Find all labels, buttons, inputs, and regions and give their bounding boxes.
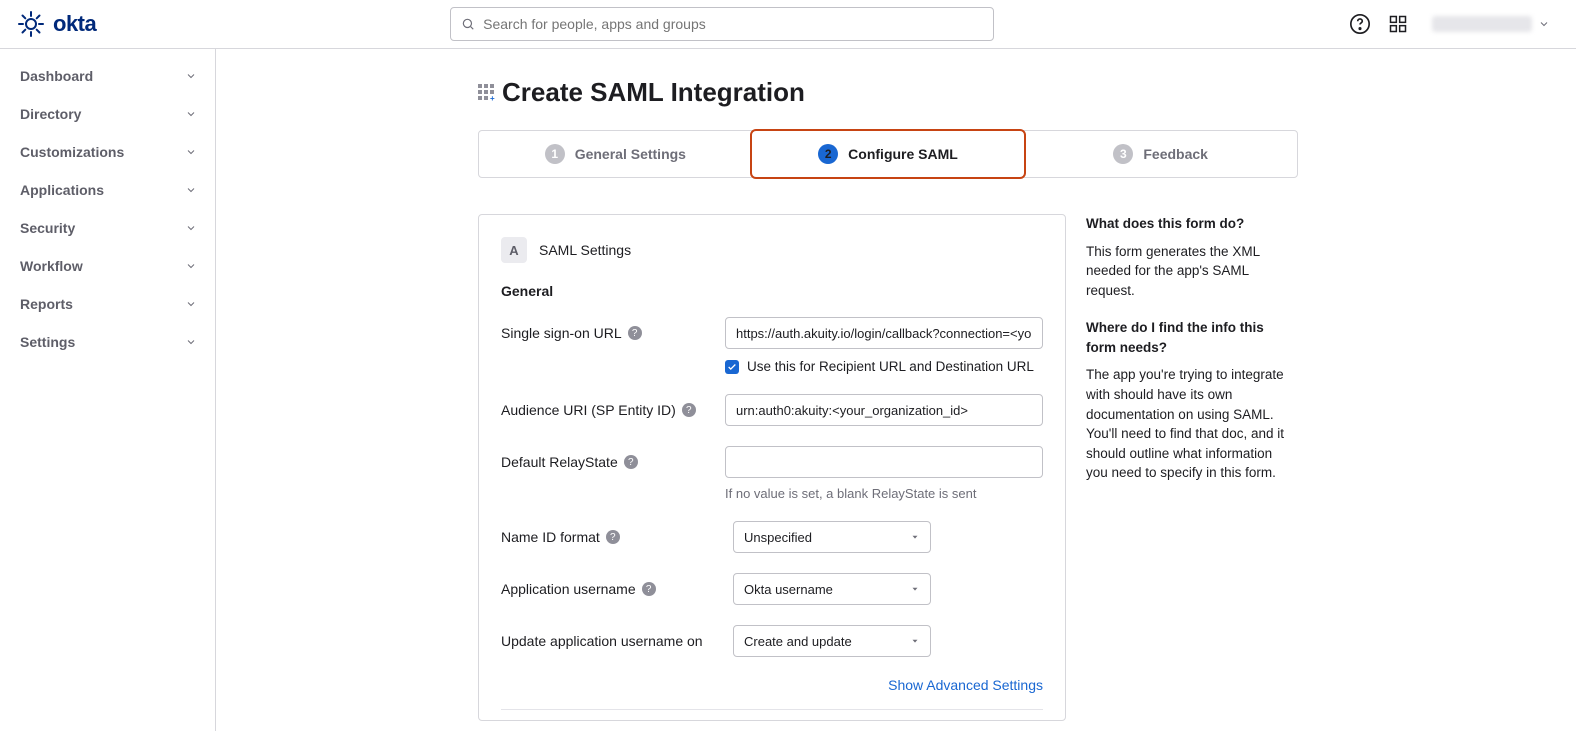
app-username-select[interactable]: Okta username: [733, 573, 931, 605]
app-username-label: Application username ?: [501, 573, 721, 597]
select-value: Unspecified: [744, 530, 812, 545]
label-text: Update application username on: [501, 633, 703, 649]
label-text: Single sign-on URL: [501, 325, 622, 341]
sidebar-item-applications[interactable]: Applications: [0, 171, 215, 209]
checkbox-label: Use this for Recipient URL and Destinati…: [747, 359, 1034, 374]
step-general-settings[interactable]: 1 General Settings: [479, 131, 752, 177]
wizard-steps: 1 General Settings 2 Configure SAML 3 Fe…: [478, 130, 1298, 178]
step-label: General Settings: [575, 146, 686, 162]
svg-text:+: +: [490, 94, 495, 102]
recipient-url-checkbox[interactable]: [725, 360, 739, 374]
select-value: Okta username: [744, 582, 833, 597]
update-username-select[interactable]: Create and update: [733, 625, 931, 657]
sidebar-item-label: Workflow: [20, 258, 83, 274]
sidebar-item-label: Applications: [20, 182, 104, 198]
update-username-label: Update application username on: [501, 625, 721, 649]
main-content: + Create SAML Integration 1 General Sett…: [216, 49, 1576, 731]
saml-settings-card: A SAML Settings General Single sign-on U…: [478, 214, 1066, 721]
section-badge: A: [501, 237, 527, 263]
audience-uri-input[interactable]: [725, 394, 1043, 426]
sidebar-item-label: Directory: [20, 106, 81, 122]
label-text: Application username: [501, 581, 636, 597]
label-text: Default RelayState: [501, 454, 618, 470]
card-title: SAML Settings: [539, 242, 631, 258]
relaystate-label: Default RelayState ?: [501, 446, 713, 470]
nameid-select[interactable]: Unspecified: [733, 521, 931, 553]
logo-text: okta: [53, 11, 96, 37]
step-number: 3: [1113, 144, 1133, 164]
okta-logo-icon: [18, 11, 44, 37]
chevron-down-icon: [185, 298, 197, 310]
sidebar-item-label: Customizations: [20, 144, 124, 160]
help-tooltip-icon[interactable]: ?: [642, 582, 656, 596]
step-label: Feedback: [1143, 146, 1208, 162]
caret-down-icon: [910, 636, 920, 646]
help-tooltip-icon[interactable]: ?: [682, 403, 696, 417]
chevron-down-icon: [185, 146, 197, 158]
global-search[interactable]: [450, 7, 994, 41]
relaystate-input[interactable]: [725, 446, 1043, 478]
sidebar-item-customizations[interactable]: Customizations: [0, 133, 215, 171]
sidebar-item-settings[interactable]: Settings: [0, 323, 215, 361]
logo[interactable]: okta: [18, 11, 96, 37]
section-heading-general: General: [501, 283, 1043, 299]
step-number: 2: [818, 144, 838, 164]
chevron-down-icon: [185, 108, 197, 120]
sidebar-item-security[interactable]: Security: [0, 209, 215, 247]
chevron-down-icon: [185, 336, 197, 348]
page-header: + Create SAML Integration: [478, 77, 1298, 108]
help-panel: What does this form do? This form genera…: [1086, 214, 1296, 721]
help-text-1: This form generates the XML needed for t…: [1086, 242, 1296, 301]
help-icon[interactable]: [1348, 12, 1372, 36]
apps-grid-icon[interactable]: [1386, 12, 1410, 36]
sidebar-item-label: Settings: [20, 334, 75, 350]
audience-uri-label: Audience URI (SP Entity ID) ?: [501, 394, 713, 418]
help-heading-1: What does this form do?: [1086, 214, 1296, 234]
sso-url-label: Single sign-on URL ?: [501, 317, 713, 341]
caret-down-icon: [910, 584, 920, 594]
help-tooltip-icon[interactable]: ?: [606, 530, 620, 544]
nameid-label: Name ID format ?: [501, 521, 721, 545]
search-input[interactable]: [483, 16, 983, 32]
help-heading-2: Where do I find the info this form needs…: [1086, 318, 1296, 357]
sidebar-item-label: Reports: [20, 296, 73, 312]
relaystate-hint: If no value is set, a blank RelayState i…: [725, 486, 1043, 501]
sso-url-input[interactable]: [725, 317, 1043, 349]
sidebar-item-reports[interactable]: Reports: [0, 285, 215, 323]
help-tooltip-icon[interactable]: ?: [624, 455, 638, 469]
sidebar: Dashboard Directory Customizations Appli…: [0, 49, 216, 731]
top-bar: okta: [0, 0, 1576, 49]
sidebar-item-label: Security: [20, 220, 75, 236]
help-tooltip-icon[interactable]: ?: [628, 326, 642, 340]
label-text: Name ID format: [501, 529, 600, 545]
chevron-down-icon: [1538, 18, 1550, 30]
page-title: Create SAML Integration: [502, 77, 805, 108]
chevron-down-icon: [185, 184, 197, 196]
label-text: Audience URI (SP Entity ID): [501, 402, 676, 418]
sidebar-item-directory[interactable]: Directory: [0, 95, 215, 133]
caret-down-icon: [910, 532, 920, 542]
chevron-down-icon: [185, 260, 197, 272]
sidebar-item-dashboard[interactable]: Dashboard: [0, 57, 215, 95]
user-name-blurred: [1432, 16, 1532, 32]
sidebar-item-label: Dashboard: [20, 68, 93, 84]
step-label: Configure SAML: [848, 146, 958, 162]
step-configure-saml[interactable]: 2 Configure SAML: [750, 129, 1027, 179]
help-text-2: The app you're trying to integrate with …: [1086, 365, 1296, 482]
step-number: 1: [545, 144, 565, 164]
divider: [501, 709, 1043, 710]
step-feedback[interactable]: 3 Feedback: [1024, 131, 1297, 177]
chevron-down-icon: [185, 222, 197, 234]
app-integration-icon: +: [478, 84, 496, 102]
user-menu[interactable]: [1424, 12, 1558, 36]
chevron-down-icon: [185, 70, 197, 82]
select-value: Create and update: [744, 634, 852, 649]
search-icon: [461, 17, 475, 31]
show-advanced-link[interactable]: Show Advanced Settings: [501, 677, 1043, 693]
sidebar-item-workflow[interactable]: Workflow: [0, 247, 215, 285]
